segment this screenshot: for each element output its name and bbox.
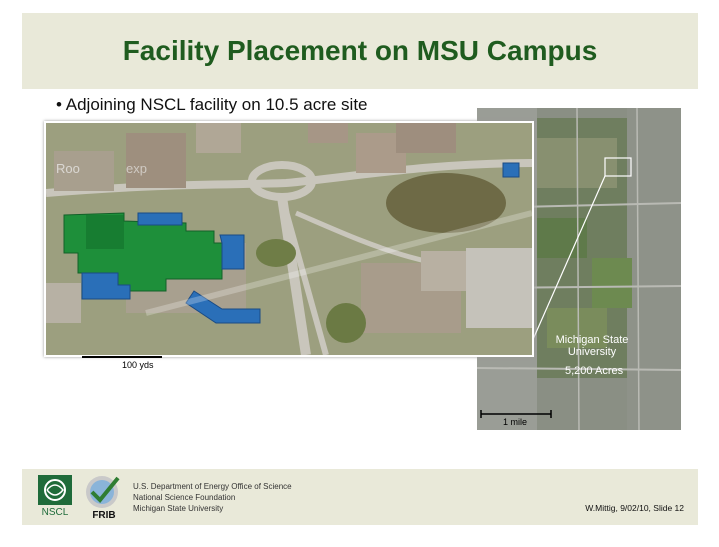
mile-scale-label: 1 mile (503, 417, 528, 427)
bullet-point: • Adjoining NSCL facility on 10.5 acre s… (56, 95, 368, 115)
campus-label: Michigan State University (547, 334, 637, 358)
agency-line: National Science Foundation (133, 493, 236, 502)
campus-line2: University (567, 346, 617, 358)
bullet-text: Adjoining NSCL facility on 10.5 acre sit… (65, 95, 368, 114)
frib-logo-text: FRIB (92, 510, 116, 521)
frib-logo: FRIB (82, 474, 126, 522)
agency-list: U.S. Department of Energy Office of Scie… (133, 481, 292, 514)
agency-line: Michigan State University (133, 504, 224, 513)
bullet-icon: • (56, 95, 62, 114)
campus-aerial-closeup: Roo exp (44, 121, 534, 357)
ghost-label-middle: exp (126, 161, 147, 176)
campus-line1: Michigan State (555, 334, 629, 346)
yard-scale-bar (82, 356, 162, 358)
nscl-logo: NSCL (36, 475, 74, 521)
nscl-logo-text: NSCL (41, 507, 69, 518)
slide-info: W.Mittig, 9/02/10, Slide 12 (585, 503, 684, 513)
agency-line: U.S. Department of Energy Office of Scie… (133, 482, 292, 491)
yard-scale-label: 100 yds (122, 360, 154, 370)
yard-scale: 100 yds (82, 356, 162, 370)
ghost-label-left: Roo (56, 161, 80, 176)
slide-title: Facility Placement on MSU Campus (122, 35, 598, 66)
area-label: 5,200 Acres (565, 365, 624, 377)
title-band: Facility Placement on MSU Campus (22, 13, 698, 89)
